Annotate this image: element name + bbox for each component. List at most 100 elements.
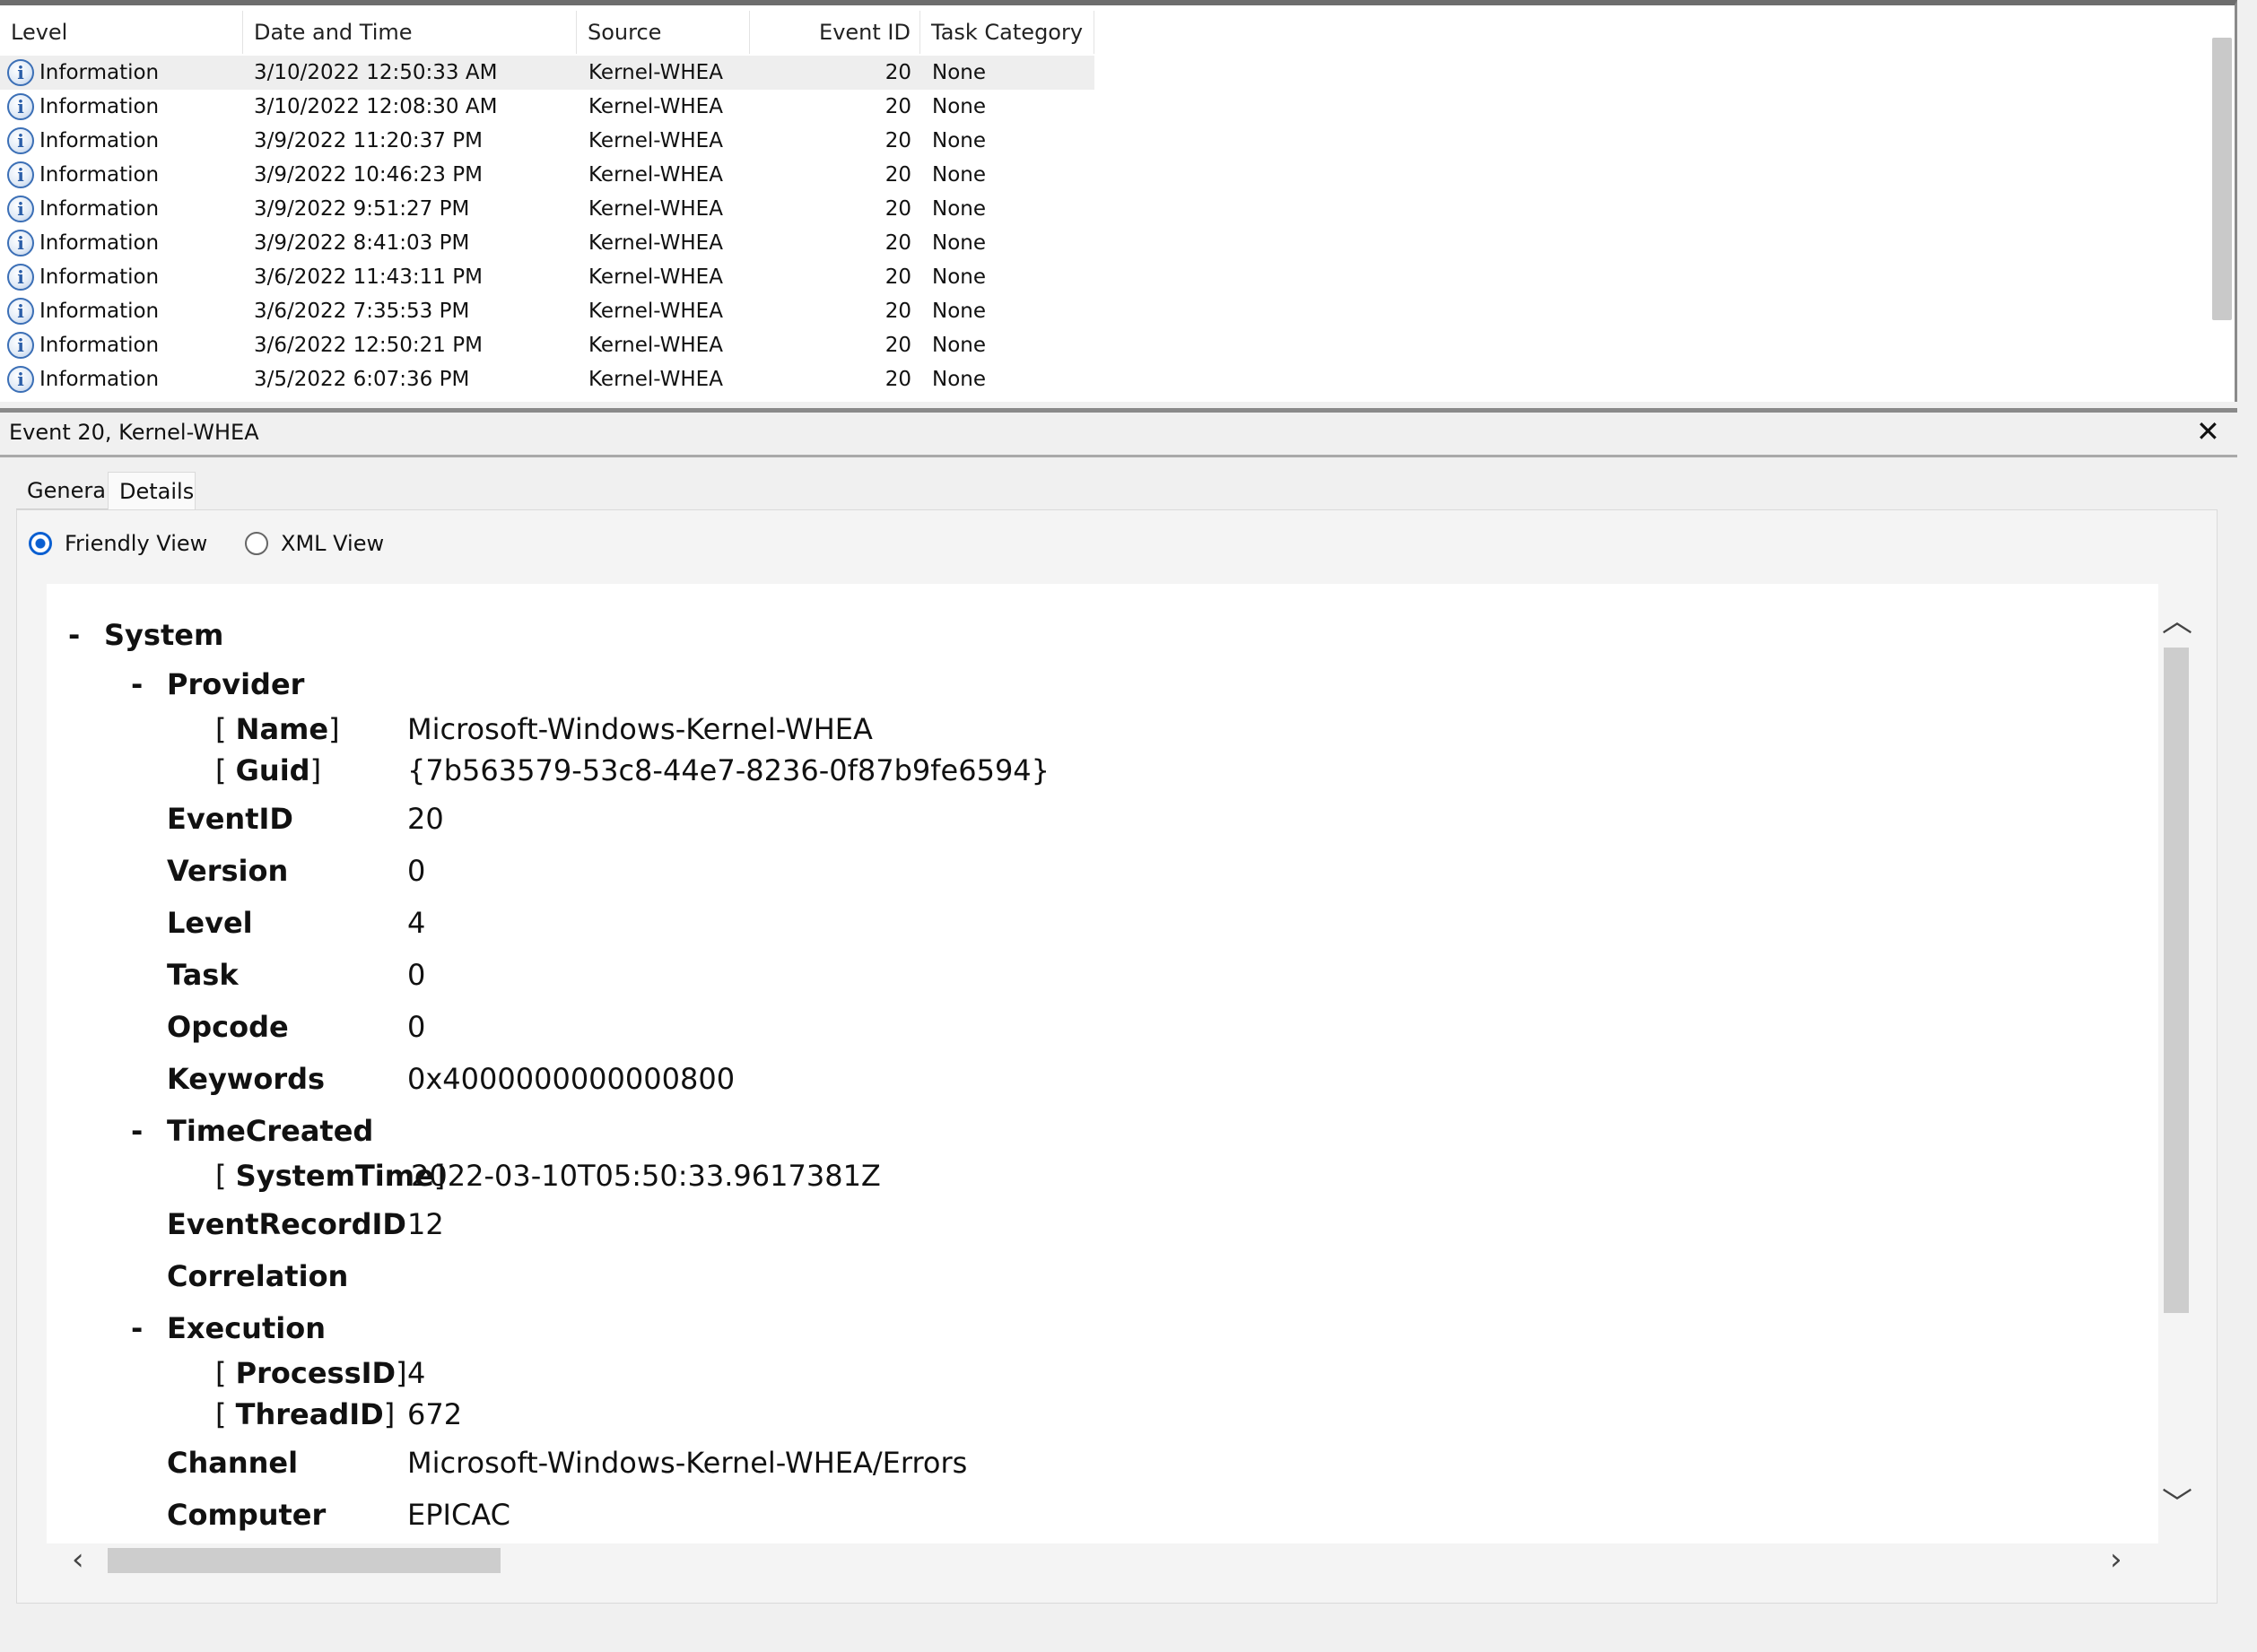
information-icon: i xyxy=(7,230,34,256)
field-computer-value: EPICAC xyxy=(407,1498,510,1532)
information-icon: i xyxy=(7,366,34,393)
row-level: Information xyxy=(39,61,160,84)
field-level-value: 4 xyxy=(407,906,426,940)
event-list-scrollbar-thumb[interactable] xyxy=(2212,38,2232,320)
table-row[interactable]: i Information 3/10/2022 12:08:30 AM Kerne… xyxy=(0,90,1094,124)
attr-name-value: Microsoft-Windows-Kernel-WHEA xyxy=(407,712,873,746)
row-source: Kernel-WHEA xyxy=(588,334,723,357)
row-source: Kernel-WHEA xyxy=(588,300,723,323)
table-row[interactable]: i Information 3/9/2022 10:46:23 PM Kernel… xyxy=(0,158,1094,192)
friendly-view-radio[interactable]: Friendly View xyxy=(29,531,207,556)
row-task-category: None xyxy=(932,197,987,221)
row-task-category: None xyxy=(932,300,987,323)
row-level: Information xyxy=(39,95,160,118)
row-source: Kernel-WHEA xyxy=(588,265,723,289)
table-row[interactable]: i Information 3/6/2022 12:50:21 PM Kernel… xyxy=(0,328,1094,362)
field-keywords-value: 0x4000000000000800 xyxy=(407,1062,736,1096)
tab-general[interactable]: General xyxy=(16,472,112,509)
row-date-time: 3/9/2022 9:51:27 PM xyxy=(254,197,470,221)
attr-guid-key: [ Guid] xyxy=(215,753,322,787)
row-date-time: 3/10/2022 12:08:30 AM xyxy=(254,95,498,118)
row-event-id: 20 xyxy=(884,368,911,391)
field-eventid-value: 20 xyxy=(407,802,444,836)
attr-systemtime-value: 2022-03-10T05:50:33.9617381Z xyxy=(411,1159,881,1193)
column-header-event-id[interactable]: Event ID xyxy=(750,11,920,54)
row-event-id: 20 xyxy=(884,334,911,357)
divider xyxy=(0,455,2237,457)
field-channel-key: Channel xyxy=(167,1446,299,1480)
row-task-category: None xyxy=(932,95,987,118)
row-event-id: 20 xyxy=(884,265,911,289)
close-icon[interactable]: ✕ xyxy=(2196,414,2220,448)
friendly-view-label: Friendly View xyxy=(65,531,208,556)
table-row[interactable]: i Information 3/9/2022 9:51:27 PM Kernel-… xyxy=(0,192,1094,226)
column-header-level[interactable]: Level xyxy=(0,11,243,54)
row-event-id: 20 xyxy=(884,95,911,118)
event-detail-title: Event 20, Kernel-WHEA xyxy=(9,420,259,445)
row-event-id: 20 xyxy=(884,129,911,152)
row-task-category: None xyxy=(932,129,987,152)
row-date-time: 3/9/2022 10:46:23 PM xyxy=(254,163,483,187)
node-execution: Execution xyxy=(167,1311,326,1345)
xml-view-radio[interactable]: XML View xyxy=(245,531,384,556)
table-row[interactable]: i Information 3/6/2022 7:35:53 PM Kernel-… xyxy=(0,294,1094,328)
attr-threadid-key: [ ThreadID] xyxy=(215,1397,396,1431)
row-task-category: None xyxy=(932,231,987,255)
row-date-time: 3/9/2022 11:20:37 PM xyxy=(254,129,483,152)
row-level: Information xyxy=(39,163,160,187)
attr-guid-value: {7b563579-53c8-44e7-8236-0f87b9fe6594} xyxy=(407,753,1050,787)
scroll-down-icon[interactable]: ﹀ xyxy=(2162,1489,2192,1519)
row-date-time: 3/5/2022 6:07:36 PM xyxy=(254,368,470,391)
row-source: Kernel-WHEA xyxy=(588,95,723,118)
table-row[interactable]: i Information 3/10/2022 12:50:33 AM Kerne… xyxy=(0,56,1094,90)
row-event-id: 20 xyxy=(884,61,911,84)
attr-threadid-value: 672 xyxy=(407,1397,463,1431)
row-date-time: 3/9/2022 8:41:03 PM xyxy=(254,231,470,255)
radio-unselected-icon xyxy=(245,532,268,555)
row-level: Information xyxy=(39,334,160,357)
information-icon: i xyxy=(7,93,34,120)
scroll-right-icon[interactable]: › xyxy=(2110,1544,2122,1575)
row-event-id: 20 xyxy=(884,197,911,221)
scroll-left-icon[interactable]: ‹ xyxy=(72,1544,84,1575)
information-icon: i xyxy=(7,332,34,359)
node-provider: Provider xyxy=(167,667,305,701)
row-source: Kernel-WHEA xyxy=(588,163,723,187)
collapse-toggle[interactable]: - xyxy=(131,1311,143,1345)
row-event-id: 20 xyxy=(884,163,911,187)
row-level: Information xyxy=(39,197,160,221)
field-opcode-value: 0 xyxy=(407,1010,426,1044)
attr-processid-value: 4 xyxy=(407,1356,426,1390)
event-list[interactable]: Level Date and Time Source Event ID Task… xyxy=(0,0,2237,402)
table-row[interactable]: i Information 3/9/2022 11:20:37 PM Kernel… xyxy=(0,124,1094,158)
friendly-view-content[interactable]: - System - Provider [ Name] Microsoft-Wi… xyxy=(47,584,2158,1543)
table-row[interactable]: i Information 3/6/2022 11:43:11 PM Kernel… xyxy=(0,260,1094,294)
field-version-value: 0 xyxy=(407,854,426,888)
column-header-source[interactable]: Source xyxy=(577,11,750,54)
column-header-date-time[interactable]: Date and Time xyxy=(243,11,577,54)
table-row[interactable]: i Information 3/9/2022 8:41:03 PM Kernel-… xyxy=(0,226,1094,260)
horizontal-scrollbar-thumb[interactable] xyxy=(108,1548,501,1573)
field-recordid-key: EventRecordID xyxy=(167,1207,406,1241)
collapse-toggle[interactable]: - xyxy=(131,667,143,701)
field-eventid-key: EventID xyxy=(167,802,293,836)
attr-name-key: [ Name] xyxy=(215,712,340,746)
tab-details[interactable]: Details xyxy=(108,472,196,509)
row-level: Information xyxy=(39,129,160,152)
table-row[interactable]: i Information 3/5/2022 6:07:36 PM Kernel-… xyxy=(0,362,1094,396)
node-system: System xyxy=(104,618,224,652)
collapse-toggle[interactable]: - xyxy=(68,618,80,652)
pane-splitter[interactable] xyxy=(0,408,2237,413)
row-date-time: 3/6/2022 11:43:11 PM xyxy=(254,265,483,289)
field-recordid-value: 12 xyxy=(407,1207,444,1241)
node-timecreated: TimeCreated xyxy=(167,1114,374,1148)
field-version-key: Version xyxy=(167,854,289,888)
row-task-category: None xyxy=(932,334,987,357)
information-icon: i xyxy=(7,196,34,222)
xml-view-label: XML View xyxy=(281,531,385,556)
scroll-up-icon[interactable]: ︿ xyxy=(2162,606,2192,637)
vertical-scrollbar-thumb[interactable] xyxy=(2164,648,2189,1313)
information-icon: i xyxy=(7,264,34,291)
collapse-toggle[interactable]: - xyxy=(131,1114,143,1148)
column-header-task-category[interactable]: Task Category xyxy=(920,11,1094,54)
